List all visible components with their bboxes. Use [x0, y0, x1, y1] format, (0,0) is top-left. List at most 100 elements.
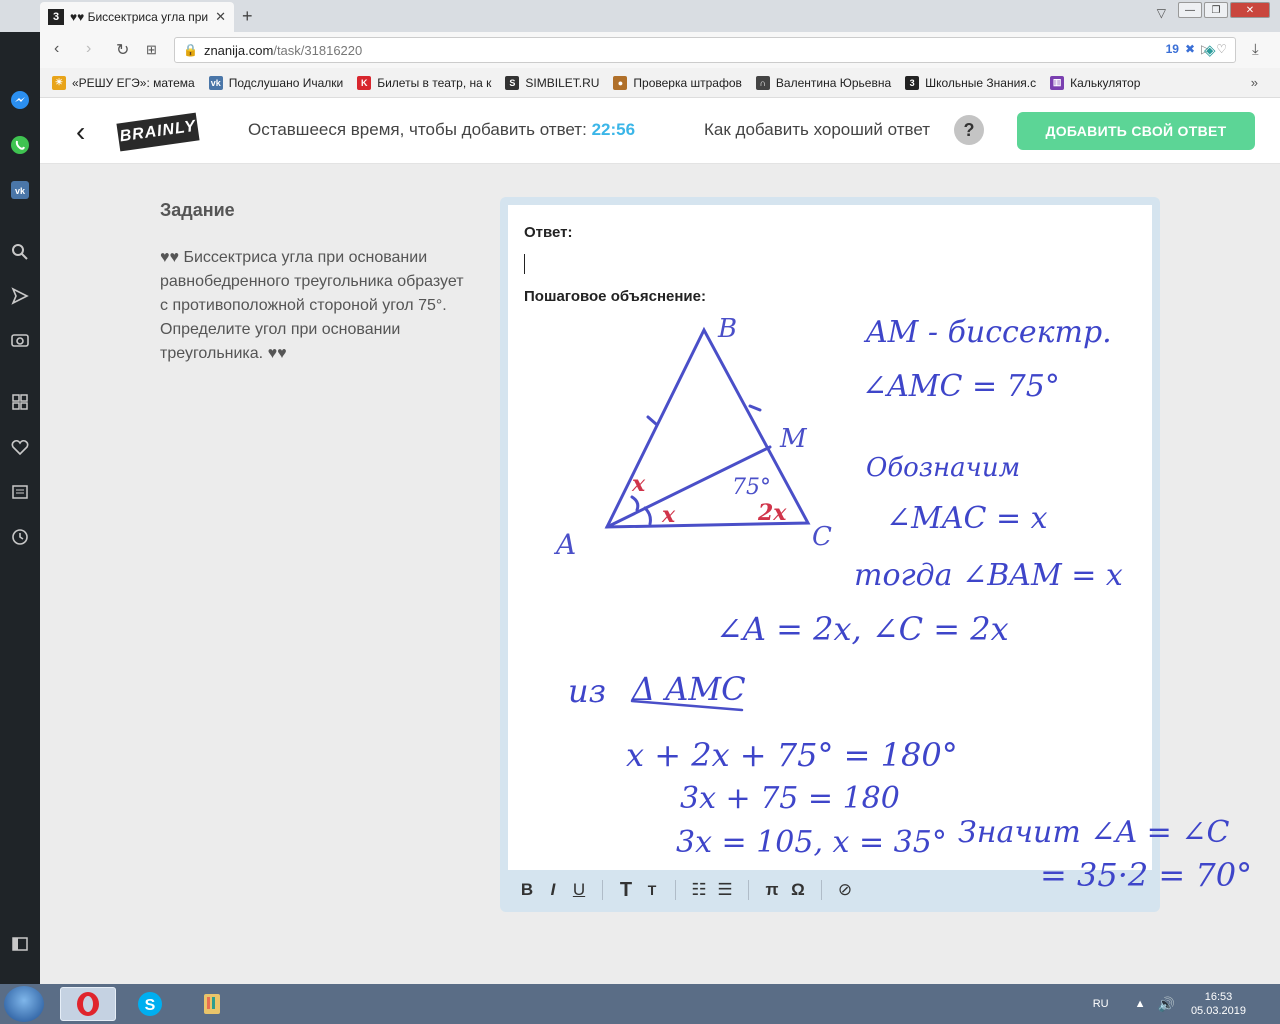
- bookmark-item[interactable]: ∩ Валентина Юрьевна: [755, 75, 892, 90]
- navigation-bar: ‹ › ↻ ⊞ 🔒 znanija.com /task/31816220 19 …: [40, 32, 1280, 68]
- close-tab-icon[interactable]: ✕: [215, 9, 226, 25]
- badge-icon: ●: [613, 75, 628, 90]
- svg-text:S: S: [145, 997, 156, 1014]
- unordered-list-icon[interactable]: ☰: [712, 880, 738, 900]
- opera-sidebar: O vk: [0, 0, 40, 984]
- reload-icon[interactable]: ↻: [116, 40, 129, 60]
- toolbar-divider: [602, 880, 603, 900]
- news-icon[interactable]: [8, 480, 32, 504]
- bookmark-item[interactable]: vk Подслушано Ичалки: [208, 75, 344, 90]
- forward-icon[interactable]: ›: [86, 40, 91, 58]
- address-bar[interactable]: 🔒 znanija.com /task/31816220 19 ✖ ▷ ♡: [174, 37, 1236, 63]
- tab-menu-icon[interactable]: ▽: [1157, 6, 1166, 20]
- bold-button[interactable]: B: [514, 880, 540, 900]
- adblock-badge[interactable]: 19: [1166, 42, 1179, 56]
- italic-button[interactable]: I: [540, 880, 566, 900]
- clock-date: 05.03.2019: [1190, 1005, 1246, 1017]
- bookmark-item[interactable]: ☀ «РЕШУ ЕГЭ»: матема: [52, 75, 195, 90]
- toolbar-divider: [821, 880, 822, 900]
- adblock-icon[interactable]: ✖: [1185, 42, 1195, 56]
- sidebar-toggle-icon[interactable]: [8, 932, 32, 956]
- tab-title: ♥♥ Биссектриса угла при: [70, 10, 209, 24]
- back-arrow-icon[interactable]: ‹: [76, 116, 85, 148]
- heart-icon[interactable]: [8, 435, 32, 459]
- history-icon[interactable]: [8, 525, 32, 549]
- znanija-icon: 3: [905, 75, 920, 90]
- maximize-icon[interactable]: ❐: [1204, 2, 1228, 18]
- large-text-button[interactable]: T: [613, 879, 639, 902]
- bookmark-item[interactable]: ● Проверка штрафов: [613, 75, 742, 90]
- taskbar-opera[interactable]: [60, 987, 116, 1021]
- paint-icon: [204, 994, 220, 1014]
- messenger-icon[interactable]: [8, 88, 32, 112]
- vk-icon[interactable]: vk: [8, 178, 32, 202]
- system-tray: RU ▲ 🔊 16:53 05.03.2019: [1093, 984, 1280, 1024]
- bookmark-label: Калькулятор: [1070, 75, 1141, 90]
- skype-icon: S: [138, 992, 162, 1016]
- small-text-button[interactable]: T: [639, 882, 665, 898]
- new-tab-icon[interactable]: +: [242, 6, 253, 27]
- clock-time: 16:53: [1204, 991, 1233, 1003]
- calculator-icon: ▥: [1050, 75, 1065, 90]
- editor-toolbar: B I U T T ☷ ☰ π Ω ⊘: [508, 872, 1152, 908]
- timer-value: 22:56: [591, 120, 636, 139]
- camera-icon[interactable]: [8, 328, 32, 352]
- bookmark-label: Валентина Юрьевна: [775, 75, 892, 90]
- bookmark-item[interactable]: 3 Школьные Знания.c: [905, 75, 1037, 90]
- timer-label: Оставшееся время, чтобы добавить ответ:: [248, 120, 587, 139]
- download-icon[interactable]: ⤓: [1252, 41, 1259, 58]
- text-caret: [524, 254, 525, 274]
- bookmark-item[interactable]: K Билеты в театр, на к: [357, 75, 492, 90]
- headphones-icon: ∩: [755, 75, 770, 90]
- bookmark-label: Школьные Знания.c: [925, 75, 1037, 90]
- bookmark-label: Проверка штрафов: [633, 75, 742, 90]
- active-tab[interactable]: 3 ♥♥ Биссектриса угла при ✕: [40, 2, 234, 32]
- bookmark-heart-icon[interactable]: ♡: [1216, 42, 1227, 56]
- search-icon[interactable]: [8, 240, 32, 264]
- whatsapp-icon[interactable]: [8, 133, 32, 157]
- send-icon[interactable]: [8, 284, 32, 308]
- tab-favicon-icon: 3: [48, 9, 64, 25]
- bookmark-label: Билеты в театр, на к: [377, 75, 492, 90]
- taskbar-paint[interactable]: [184, 987, 240, 1021]
- bookmark-item[interactable]: S SIMBILET.RU: [505, 75, 599, 90]
- windows-taskbar: S RU ▲ 🔊 16:53 05.03.2019: [0, 984, 1280, 1024]
- bookmark-label: «РЕШУ ЕГЭ»: матема: [72, 75, 195, 90]
- toolbar-divider: [675, 880, 676, 900]
- url-domain: znanija.com: [203, 42, 274, 58]
- clock[interactable]: 16:53 05.03.2019: [1191, 990, 1246, 1018]
- underline-button[interactable]: U: [566, 880, 592, 900]
- start-button[interactable]: [4, 986, 44, 1022]
- language-indicator[interactable]: RU: [1093, 998, 1109, 1010]
- toolbar-divider: [748, 880, 749, 900]
- howto-link[interactable]: Как добавить хороший ответ: [704, 120, 930, 140]
- omega-button[interactable]: Ω: [785, 880, 811, 900]
- vpn-icon[interactable]: ◈: [1204, 41, 1216, 59]
- add-answer-button[interactable]: ДОБАВИТЬ СВОЙ ОТВЕТ: [1017, 112, 1255, 150]
- volume-icon[interactable]: 🔊: [1158, 996, 1175, 1013]
- back-icon[interactable]: ‹: [54, 40, 59, 58]
- tabs-grid-icon[interactable]: ⊞: [146, 42, 157, 58]
- sim-icon: S: [505, 75, 520, 90]
- ordered-list-icon[interactable]: ☷: [686, 880, 712, 900]
- explanation-label: Пошаговое объяснение:: [524, 288, 706, 305]
- speed-dial-icon[interactable]: [8, 390, 32, 414]
- bookmarks-bar: ☀ «РЕШУ ЕГЭ»: матема vk Подслушано Ичалки …: [40, 68, 1280, 98]
- bookmarks-more-icon[interactable]: »: [1251, 75, 1258, 90]
- window-controls: — ❐ ✕: [1178, 2, 1270, 18]
- minimize-icon[interactable]: —: [1178, 2, 1202, 18]
- bookmark-item[interactable]: ▥ Калькулятор: [1050, 75, 1141, 90]
- brainly-logo[interactable]: BRAINLY: [116, 112, 200, 152]
- attachment-icon[interactable]: ⊘: [832, 880, 858, 900]
- window-close-icon[interactable]: ✕: [1230, 2, 1270, 18]
- taskbar-skype[interactable]: S: [122, 987, 178, 1021]
- vk-icon: vk: [208, 75, 223, 90]
- sun-icon: ☀: [52, 75, 66, 90]
- bookmark-label: Подслушано Ичалки: [228, 75, 344, 90]
- tray-expand-icon[interactable]: ▲: [1135, 998, 1146, 1010]
- help-icon[interactable]: ?: [954, 115, 984, 145]
- opera-icon: [77, 992, 99, 1016]
- page-header: ‹ BRAINLY Оставшееся время, чтобы добави…: [40, 98, 1280, 164]
- pi-button[interactable]: π: [759, 880, 785, 900]
- k-icon: K: [357, 75, 372, 90]
